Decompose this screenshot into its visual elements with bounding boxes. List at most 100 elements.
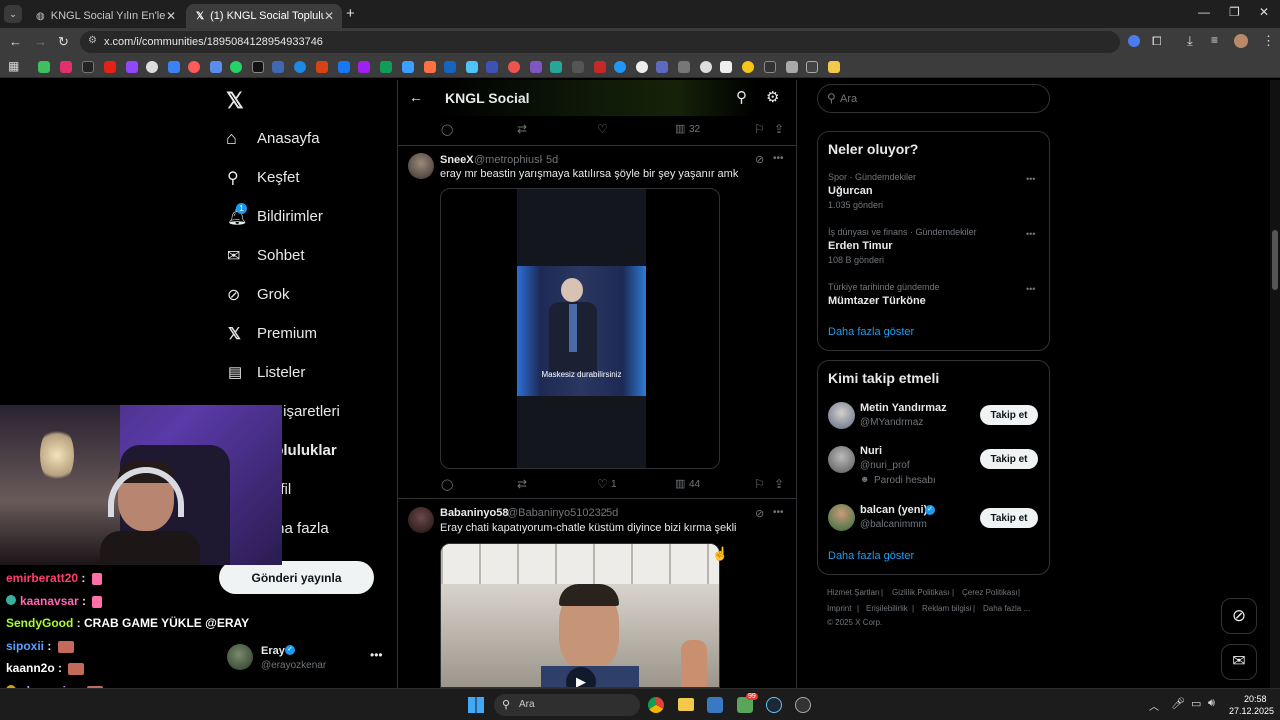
avatar[interactable]	[828, 504, 855, 531]
avatar[interactable]	[828, 402, 855, 429]
bookmark-icon[interactable]	[656, 61, 668, 73]
reply-icon[interactable]: ◯	[441, 123, 453, 136]
post-avatar[interactable]	[408, 153, 434, 179]
reading-list-icon[interactable]: ≡	[1211, 33, 1218, 47]
footer-link[interactable]: Reklam bilgisi	[922, 604, 971, 613]
bookmark-icon[interactable]	[252, 61, 264, 73]
post-author[interactable]: SneeX	[440, 154, 474, 166]
app-icon[interactable]	[795, 697, 811, 713]
nav-premium[interactable]: Premium	[257, 325, 317, 342]
folder-icon[interactable]	[828, 61, 840, 73]
scrollbar-thumb[interactable]	[1272, 230, 1278, 290]
address-bar[interactable]: ⚙ x.com/i/communities/189508412895493374…	[80, 31, 1120, 53]
grok-floating-button[interactable]: ⊘	[1221, 598, 1257, 634]
bookmark-icon[interactable]	[614, 61, 626, 73]
suggestion-name[interactable]: Nuri	[860, 445, 882, 457]
post-handle[interactable]: @metrophiusl	[474, 154, 542, 166]
bookmark-icon[interactable]	[678, 61, 690, 73]
nav-home[interactable]: Anasayfa	[257, 130, 320, 147]
grok-icon[interactable]: ⊘	[227, 285, 240, 305]
more-icon[interactable]: •••	[773, 153, 784, 164]
site-info-icon[interactable]: ⚙	[88, 35, 97, 46]
gear-icon[interactable]: ⚙	[766, 88, 779, 106]
post-time[interactable]: 5d	[546, 154, 558, 166]
bookmark-icon[interactable]	[424, 61, 436, 73]
suggestion-name[interactable]: balcan (yeni)	[860, 504, 927, 516]
grok-icon[interactable]: ⊘	[755, 507, 764, 520]
back-icon[interactable]: ←	[9, 34, 22, 49]
repost-icon[interactable]: ⇄	[517, 122, 527, 136]
like-icon[interactable]: ♡	[597, 477, 608, 491]
bookmark-icon[interactable]	[572, 61, 584, 73]
more-icon[interactable]: •••	[773, 507, 784, 518]
reload-icon[interactable]: ↻	[58, 34, 69, 50]
bookmark-icon[interactable]	[146, 61, 158, 73]
search-icon[interactable]: ⚲	[736, 88, 747, 106]
bookmark-icon[interactable]	[764, 61, 776, 73]
footer-link[interactable]: Gizlilik Politikası	[892, 588, 949, 597]
more-icon[interactable]: •••	[1026, 229, 1035, 239]
post-avatar[interactable]	[408, 507, 434, 533]
chrome-icon[interactable]	[648, 697, 664, 713]
browser-tab-2[interactable]: 𝕏 (1) KNGL Social Topluluk / X ✕	[186, 4, 342, 28]
nav-grok[interactable]: Grok	[257, 286, 290, 303]
bookmark-icon[interactable]	[720, 61, 732, 73]
bookmark-icon[interactable]	[466, 61, 478, 73]
steam-icon[interactable]	[766, 697, 782, 713]
follow-button[interactable]: Takip et	[980, 508, 1038, 528]
bookmark-icon[interactable]	[786, 61, 798, 73]
trends-show-more[interactable]: Daha fazla göster	[828, 326, 914, 338]
post-button[interactable]: Gönderi yayınla	[219, 561, 374, 594]
share-icon[interactable]: ⇪	[774, 477, 784, 491]
messages-floating-button[interactable]: ✉	[1221, 644, 1257, 680]
nav-explore[interactable]: Keşfet	[257, 169, 300, 186]
bookmark-icon[interactable]	[338, 61, 350, 73]
bookmark-icon[interactable]	[230, 61, 242, 73]
bookmark-icon[interactable]	[700, 61, 712, 73]
close-tab-icon[interactable]: ✕	[324, 9, 334, 23]
bookmark-icon[interactable]: ⚐	[754, 122, 765, 136]
post-media[interactable]: ▶	[440, 543, 720, 688]
bookmark-icon[interactable]	[272, 61, 284, 73]
footer-link[interactable]: Imprint	[827, 604, 851, 613]
avatar[interactable]	[828, 446, 855, 473]
bookmark-icon[interactable]	[188, 61, 200, 73]
more-icon[interactable]: •••	[370, 648, 383, 662]
reply-icon[interactable]: ◯	[441, 478, 453, 491]
bookmark-icon[interactable]	[358, 61, 370, 73]
bookmark-icon[interactable]	[380, 61, 392, 73]
bookmark-icon[interactable]	[806, 61, 818, 73]
close-tab-icon[interactable]: ✕	[166, 9, 176, 23]
clock-time[interactable]: 20:58	[1244, 694, 1267, 704]
nav-messages[interactable]: Sohbet	[257, 247, 305, 264]
bookmark-icon[interactable]	[60, 61, 72, 73]
bookmark-icon[interactable]	[486, 61, 498, 73]
x-premium-icon[interactable]: 𝕏	[228, 324, 241, 344]
forward-icon[interactable]: →	[34, 34, 47, 49]
bookmark-icon[interactable]	[594, 61, 606, 73]
bookmark-icon[interactable]	[210, 61, 222, 73]
menu-icon[interactable]: ⋮	[1262, 33, 1275, 49]
like-icon[interactable]: ♡	[597, 122, 608, 136]
bookmark-icon[interactable]	[508, 61, 520, 73]
share-icon[interactable]: ⇪	[774, 122, 784, 136]
post-time[interactable]: 5d	[606, 507, 618, 519]
search-icon[interactable]: ⚲	[227, 168, 239, 188]
microphone-icon[interactable]: 🎤︎	[1171, 697, 1185, 710]
browser-tab-1[interactable]: ◍ KNGL Social Yılın En'leri 2025 ✕	[26, 4, 184, 28]
bookmark-icon[interactable]	[104, 61, 116, 73]
search-input[interactable]: ⚲ Ara	[817, 84, 1050, 113]
bookmark-icon[interactable]	[294, 61, 306, 73]
clock-date[interactable]: 27.12.2025	[1229, 706, 1274, 716]
more-icon[interactable]: •••	[1026, 174, 1035, 184]
trend-name[interactable]: Erden Timur	[828, 240, 893, 252]
views-icon[interactable]: ▥	[675, 122, 685, 135]
bookmark-icon[interactable]	[550, 61, 562, 73]
bookmark-icon[interactable]	[38, 61, 50, 73]
bookmark-icon[interactable]	[742, 61, 754, 73]
bookmark-icon[interactable]	[126, 61, 138, 73]
bookmark-icon[interactable]	[530, 61, 542, 73]
trend-name[interactable]: Mümtazer Türköne	[828, 295, 926, 307]
list-icon[interactable]: ▤	[228, 363, 242, 381]
minimize-button[interactable]: —	[1198, 5, 1210, 19]
